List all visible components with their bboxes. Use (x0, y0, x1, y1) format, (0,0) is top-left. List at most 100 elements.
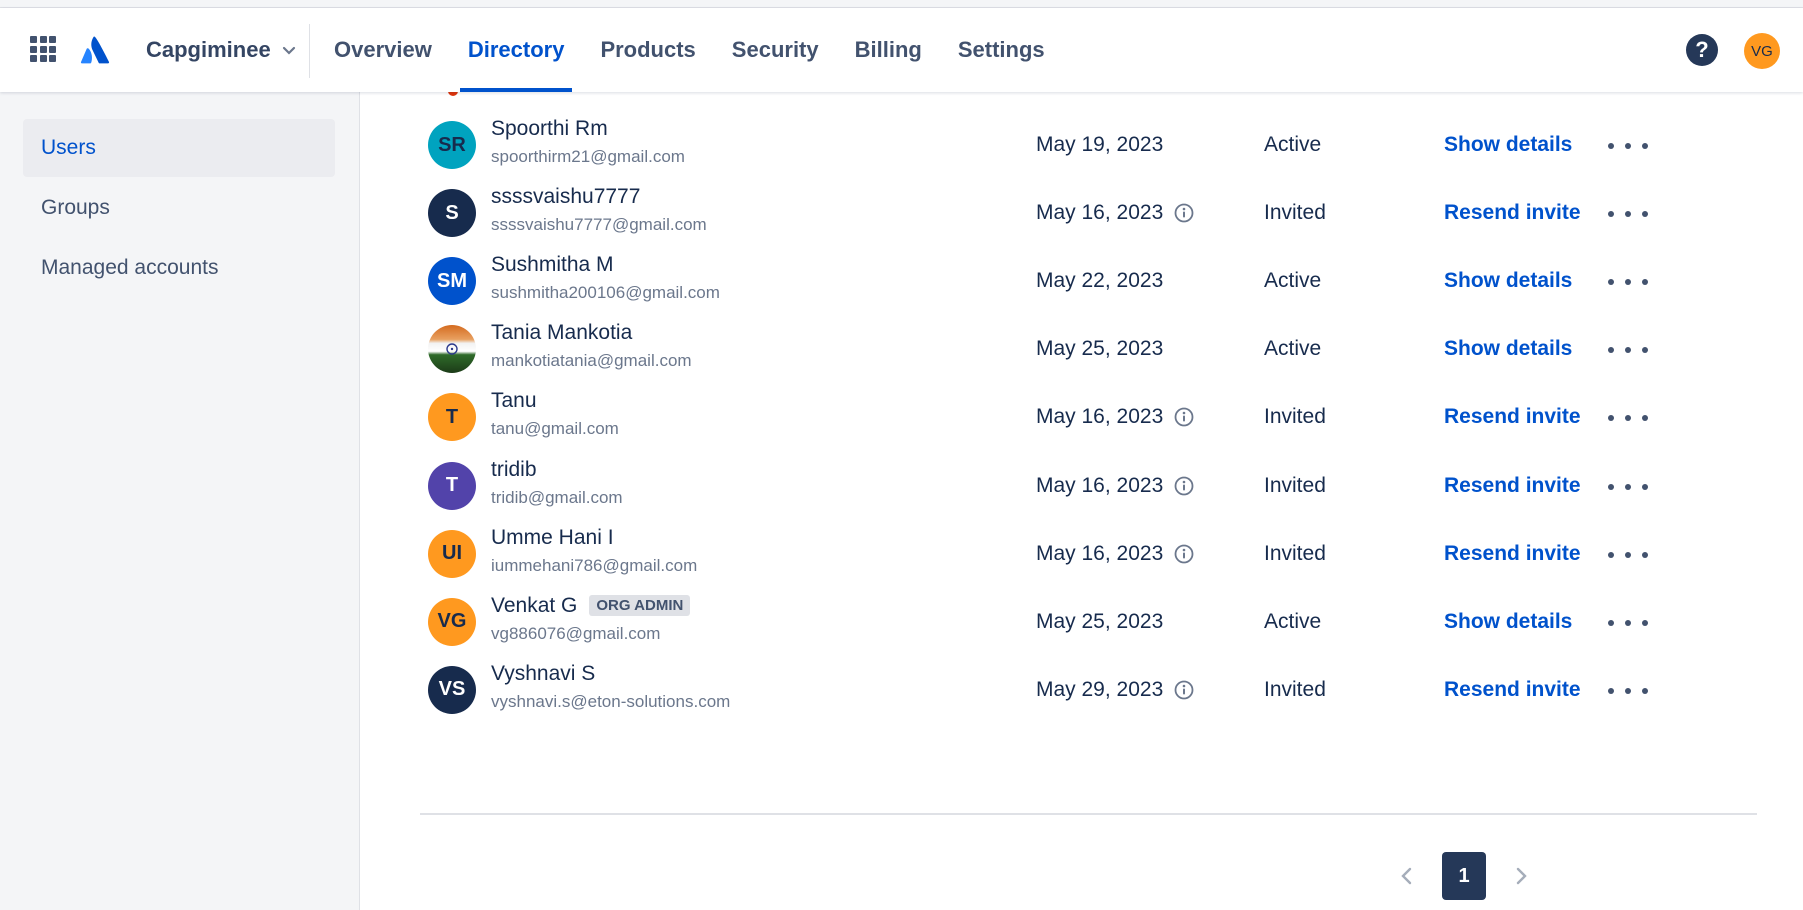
info-icon[interactable] (1173, 475, 1195, 497)
user-name-text: Tanu (491, 389, 537, 413)
tab-products[interactable]: Products (582, 8, 713, 92)
app-switcher-icon[interactable] (30, 36, 56, 62)
browser-top-edge (0, 0, 1803, 8)
avatar[interactable]: VG (428, 597, 476, 646)
page-number: 1 (1458, 864, 1470, 887)
last-active-date: May 16, 2023 (1036, 474, 1195, 498)
user-name-text: ssssvaishu7777 (491, 185, 641, 209)
user-name[interactable]: Umme Hani I (491, 526, 614, 550)
show-details-link[interactable]: Show details (1444, 337, 1572, 361)
resend-invite-link[interactable]: Resend invite (1444, 405, 1581, 429)
atlassian-logo-icon[interactable] (80, 34, 110, 66)
avatar[interactable]: UI (428, 529, 476, 578)
sidebar-item-groups[interactable]: Groups (23, 179, 335, 237)
avatar-initials: UI (442, 542, 462, 565)
last-active-date: May 16, 2023 (1036, 542, 1195, 566)
date-text: May 19, 2023 (1036, 133, 1164, 156)
last-active-date: May 16, 2023 (1036, 405, 1195, 429)
user-email: tridib@gmail.com (491, 487, 623, 507)
resend-invite-link[interactable]: Resend invite (1444, 678, 1581, 702)
show-details-link[interactable]: Show details (1444, 610, 1572, 634)
status-text: Invited (1264, 677, 1326, 701)
page-button-current[interactable]: 1 (1442, 852, 1486, 900)
user-name[interactable]: Spoorthi Rm (491, 117, 608, 141)
more-actions-icon[interactable] (1608, 610, 1648, 636)
info-icon[interactable] (1173, 679, 1195, 701)
info-icon[interactable] (1173, 202, 1195, 224)
user-name[interactable]: Venkat G ORG ADMIN (491, 594, 691, 618)
resend-invite-link[interactable]: Resend invite (1444, 542, 1581, 566)
user-name[interactable]: ssssvaishu7777 (491, 185, 640, 209)
user-email: spoorthirm21@gmail.com (491, 147, 685, 166)
user-email: vyshnavi.s@eton-solutions.com (491, 691, 731, 711)
user-email: tanu@gmail.com (491, 419, 619, 439)
tab-settings[interactable]: Settings (940, 8, 1063, 92)
user-email: iummehani786@gmail.com (491, 555, 698, 575)
date-text: May 25, 2023 (1036, 609, 1164, 633)
user-name-text: tridib (491, 457, 537, 481)
user-name[interactable]: Vyshnavi S (491, 662, 595, 686)
avatar[interactable]: SM (428, 257, 476, 306)
date-text: May 25, 2023 (1036, 337, 1164, 361)
tab-directory[interactable]: Directory (450, 8, 583, 92)
last-active-date: May 16, 2023 (1036, 201, 1195, 225)
tab-label: Overview (334, 37, 432, 62)
status-text: Active (1264, 609, 1322, 633)
date-text: May 22, 2023 (1036, 269, 1164, 293)
avatar[interactable]: S (428, 189, 476, 238)
tab-overview[interactable]: Overview (316, 8, 450, 92)
avatar[interactable]: T (428, 393, 476, 442)
more-actions-icon[interactable] (1608, 269, 1648, 295)
info-icon[interactable] (1173, 406, 1195, 428)
avatar[interactable]: T (428, 461, 476, 510)
table-row: SR Spoorthi Rm spoorthirm21@gmail.com Ma… (360, 107, 1803, 185)
info-icon[interactable] (1173, 543, 1195, 565)
more-actions-icon[interactable] (1608, 474, 1648, 500)
profile-avatar[interactable]: VG (1744, 33, 1780, 69)
show-details-link[interactable]: Show details (1444, 133, 1572, 157)
more-actions-icon[interactable] (1608, 201, 1648, 227)
user-name-text: Spoorthi Rm (491, 117, 608, 140)
user-name-text: Vyshnavi S (491, 661, 596, 685)
user-name[interactable]: Tania Mankotia (491, 321, 632, 345)
status-text: Active (1264, 133, 1322, 156)
user-name-text: Sushmitha M (491, 253, 614, 277)
user-name[interactable]: tridib (491, 458, 537, 482)
user-name[interactable]: Tanu (491, 389, 537, 413)
table-row: UI Umme Hani I iummehani786@gmail.com Ma… (360, 516, 1803, 594)
sidebar-item-managed-accounts[interactable]: Managed accounts (23, 239, 335, 297)
previous-page-icon[interactable] (1392, 861, 1422, 891)
avatar[interactable]: VS (428, 665, 476, 714)
resend-invite-link[interactable]: Resend invite (1444, 201, 1581, 225)
more-actions-icon[interactable] (1608, 405, 1648, 431)
resend-invite-link[interactable]: Resend invite (1444, 474, 1581, 498)
user-email: mankotiatania@gmail.com (491, 351, 692, 371)
pagination: 1 (1392, 852, 1536, 900)
avatar[interactable]: SR (428, 121, 476, 169)
last-active-date: May 19, 2023 (1036, 133, 1163, 157)
org-switcher[interactable]: Capgiminee (146, 34, 297, 66)
more-actions-icon[interactable] (1608, 542, 1648, 568)
date-text: May 16, 2023 (1036, 405, 1164, 429)
more-actions-icon[interactable] (1608, 133, 1648, 159)
header-divider (309, 24, 310, 78)
avatar-photo[interactable] (428, 325, 476, 374)
status-text: Invited (1264, 541, 1326, 565)
next-page-icon[interactable] (1506, 861, 1536, 891)
user-name[interactable]: Sushmitha M (491, 253, 614, 277)
more-actions-icon[interactable] (1608, 678, 1648, 704)
status-text: Active (1264, 337, 1322, 361)
user-email: vg886076@gmail.com (491, 623, 661, 643)
tab-billing[interactable]: Billing (837, 8, 940, 92)
top-navigation-bar: Capgiminee Overview Directory Products S… (0, 8, 1803, 92)
show-details-link[interactable]: Show details (1444, 269, 1572, 293)
main-nav: Overview Directory Products Security Bil… (316, 8, 1063, 92)
tab-security[interactable]: Security (714, 8, 837, 92)
avatar-initials: VG (437, 610, 467, 633)
more-actions-icon[interactable] (1608, 337, 1648, 363)
last-active-date: May 29, 2023 (1036, 678, 1195, 702)
help-icon[interactable]: ? (1686, 34, 1718, 66)
sidebar-item-users[interactable]: Users (23, 119, 335, 177)
profile-initials: VG (1751, 42, 1773, 60)
avatar-initials: T (445, 405, 459, 428)
